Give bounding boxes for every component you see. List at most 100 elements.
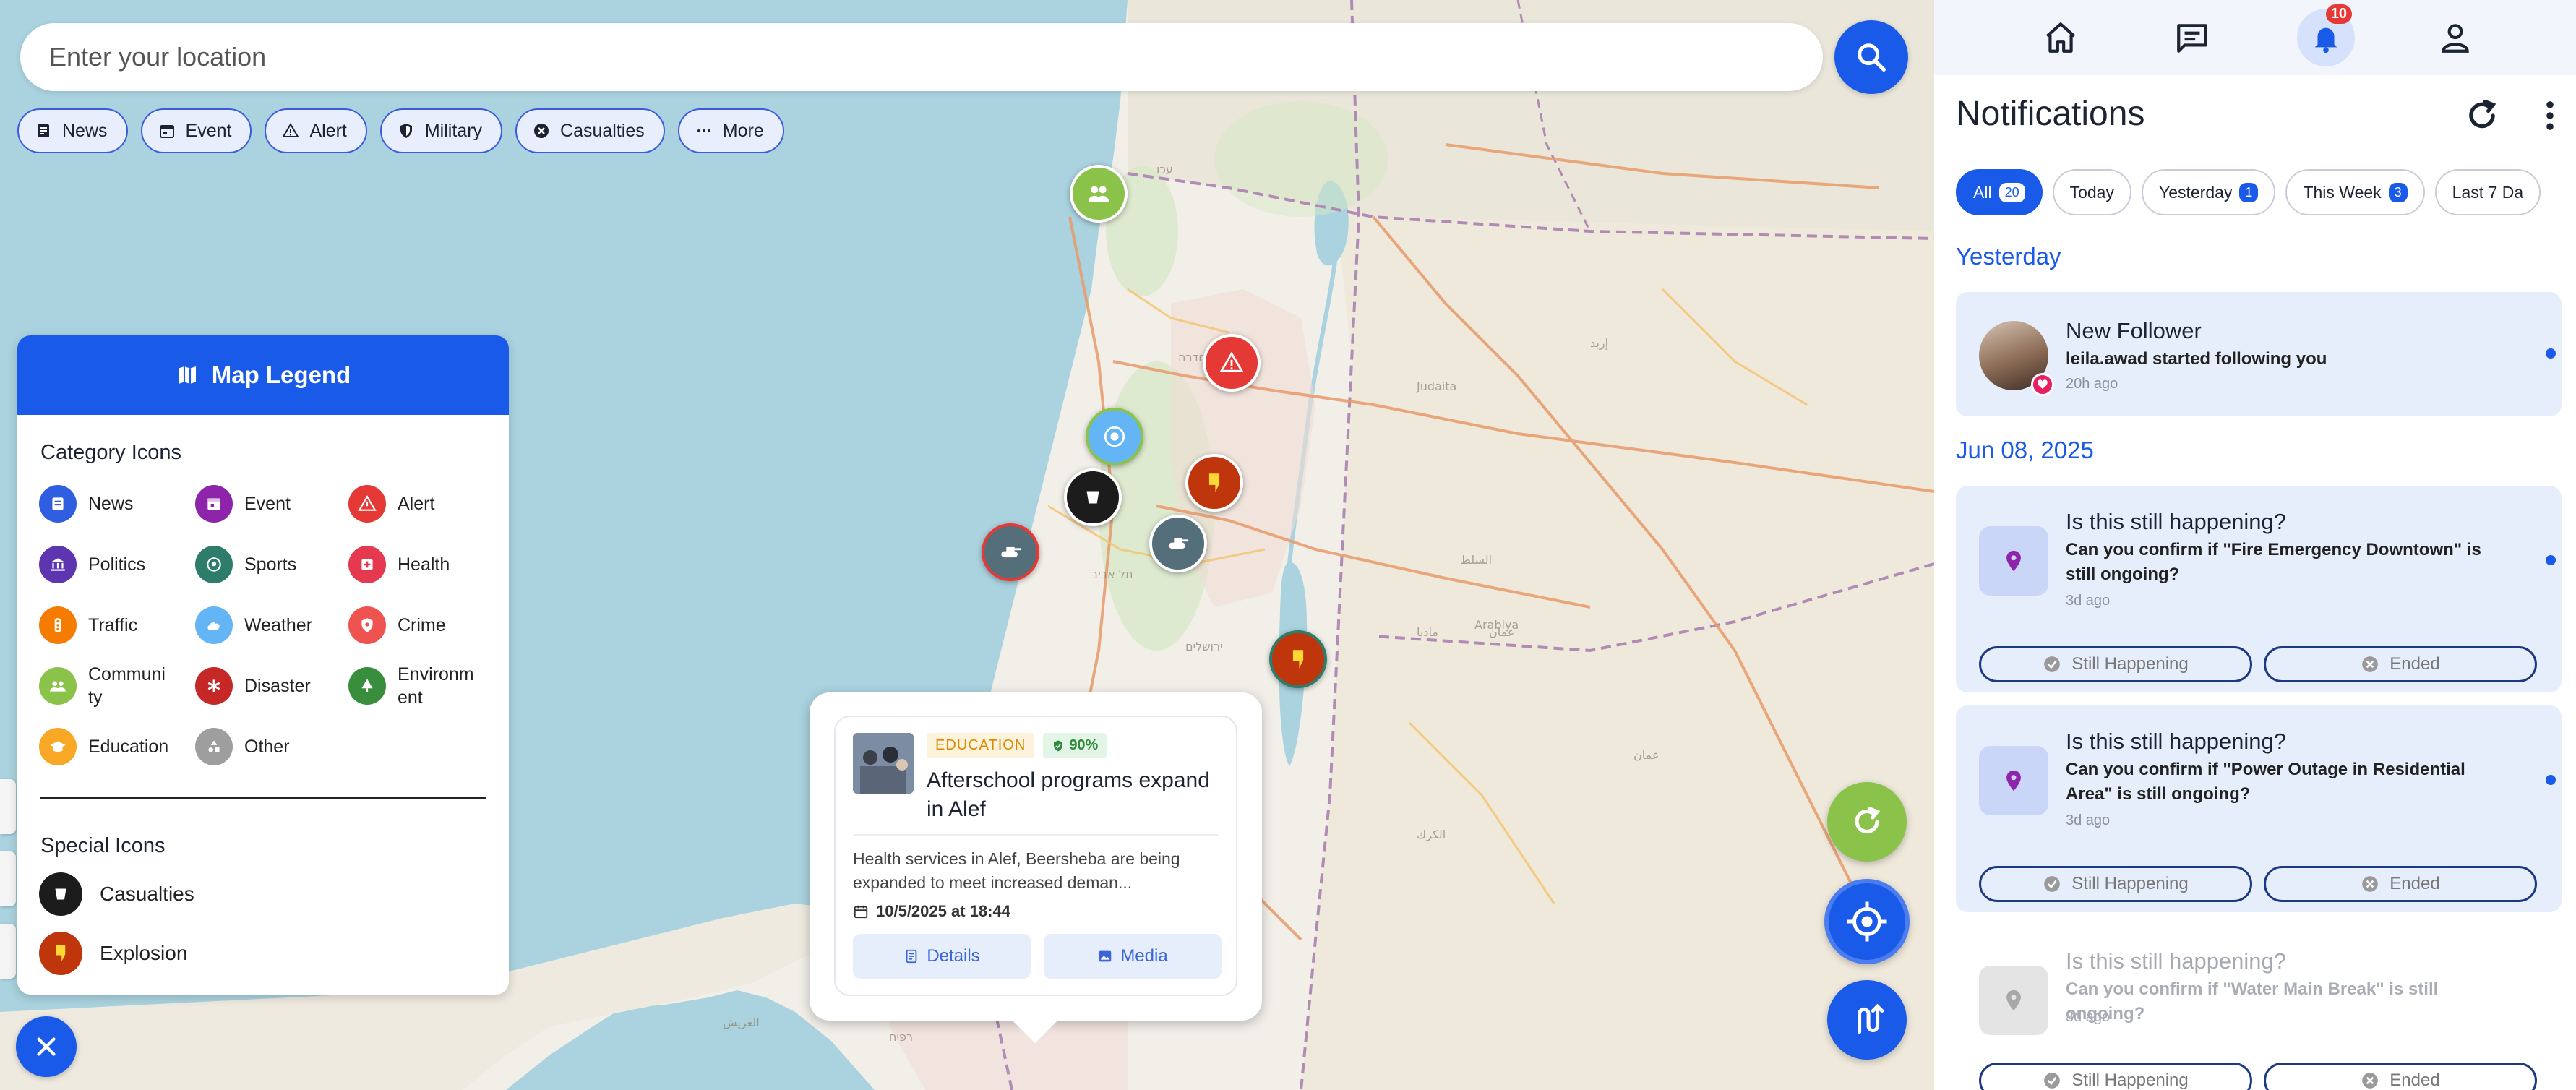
location-search-input[interactable] <box>49 42 1823 72</box>
notification-body: Can you confirm if "Power Outage in Resi… <box>2066 760 2465 804</box>
filter-chip-news[interactable]: News <box>17 108 128 153</box>
nav-messages-button[interactable] <box>2167 14 2217 61</box>
map-marker-casualties[interactable] <box>1064 468 1122 526</box>
legend-label: Crime <box>398 615 446 635</box>
close-legend-button[interactable] <box>16 1016 77 1077</box>
still-happening-button[interactable]: Still Happening <box>1979 646 2252 682</box>
svg-text:مادبا: مادبا <box>1417 625 1438 639</box>
newspaper-icon <box>38 124 49 137</box>
event-title: Afterschool programs expand in Alef <box>927 768 1210 821</box>
media-button[interactable]: Media <box>1044 934 1222 979</box>
event-popup: EDUCATION 90% Afterschool programs expan… <box>810 692 1262 1021</box>
unread-dot <box>2546 555 2556 565</box>
tab-all[interactable]: All 20 <box>1956 169 2043 215</box>
ended-label: Ended <box>2390 654 2440 674</box>
notifications-title: Notifications <box>1956 95 2145 133</box>
shapes-icon <box>195 728 233 765</box>
ended-button[interactable]: Ended <box>2264 866 2537 902</box>
location-pin-icon <box>1979 526 2048 596</box>
legend-item-community: Communi ty <box>39 664 195 708</box>
svg-text:תל אביב: תל אביב <box>1091 567 1133 581</box>
check-circle-icon <box>2044 876 2061 892</box>
tab-last-7-days[interactable]: Last 7 Da <box>2434 169 2541 215</box>
legend-label: Environm ent <box>398 664 474 708</box>
top-navigation: 10 <box>1934 0 2576 75</box>
location-pin-icon <box>1979 966 2048 1035</box>
notification-time: 3d ago <box>2066 812 2111 828</box>
side-tab[interactable] <box>0 779 16 834</box>
event-card[interactable]: EDUCATION 90% Afterschool programs expan… <box>834 716 1237 996</box>
legend-item-other: Other <box>195 726 348 767</box>
side-tab[interactable] <box>0 851 16 906</box>
group-heading: Yesterday <box>1956 243 2061 270</box>
notifications-panel: 10 Notifications All 20 Today Yesterday … <box>1934 0 2576 1090</box>
legend-label: Other <box>244 737 290 757</box>
ended-button[interactable]: Ended <box>2264 646 2537 682</box>
my-location-button[interactable] <box>1824 879 1910 964</box>
notification-time: 20h ago <box>2066 376 2118 392</box>
refresh-map-button[interactable] <box>1827 782 1907 862</box>
map-marker-military[interactable] <box>982 523 1039 581</box>
image-icon <box>1099 950 1112 962</box>
warning-icon <box>1219 351 1244 372</box>
category-filter-bar: News Event Alert Military Casualties Mor… <box>17 108 784 153</box>
filter-chip-event[interactable]: Event <box>140 108 252 153</box>
map-marker-community[interactable] <box>1070 165 1128 223</box>
details-button[interactable]: Details <box>853 934 1031 979</box>
map-marker-military[interactable] <box>1149 515 1207 572</box>
filter-chip-military[interactable]: Military <box>379 108 503 153</box>
legend-item-event: Event <box>195 484 348 524</box>
legend-item-politics: Politics <box>39 544 195 585</box>
nav-notifications-button[interactable]: 10 <box>2297 4 2355 66</box>
location-search-bar[interactable] <box>20 23 1823 91</box>
notification-title: New Follower <box>2066 318 2202 343</box>
filter-chip-casualties[interactable]: Casualties <box>515 108 665 153</box>
check-circle-icon <box>2044 1073 2061 1089</box>
map-view[interactable]: עכו חדרה Judaita مادبا Arabiya عمان عمان إربد… <box>0 0 1934 1090</box>
svg-text:Judaita: Judaita <box>1416 379 1456 393</box>
legend-item-news: News <box>39 484 195 524</box>
tab-yesterday[interactable]: Yesterday 1 <box>2141 169 2276 215</box>
filter-chip-label: Alert <box>309 120 347 141</box>
event-date: 10/5/2025 at 18:44 <box>853 902 1010 921</box>
nav-profile-button[interactable] <box>2430 14 2481 61</box>
map-marker-alert[interactable] <box>1203 334 1261 392</box>
calendar-icon <box>854 905 868 919</box>
tab-label: Today <box>2069 182 2114 202</box>
ended-button[interactable]: Ended <box>2264 1063 2537 1090</box>
legend-label: Alert <box>398 494 435 514</box>
notification-filter-tabs: All 20 Today Yesterday 1 This Week 3 Las… <box>1956 169 2541 215</box>
notification-card[interactable]: Is this still happening? Can you confirm… <box>1956 705 2562 912</box>
still-happening-button[interactable]: Still Happening <box>1979 866 2252 902</box>
map-marker-explosion[interactable] <box>1269 630 1327 688</box>
heart-icon <box>2031 373 2054 396</box>
svg-text:חדרה: חדרה <box>1178 351 1206 364</box>
legend-item-education: Education <box>39 726 195 767</box>
notification-card[interactable]: Is this still happening? Can you confirm… <box>1956 486 2562 692</box>
legend-item-sports: Sports <box>195 544 348 585</box>
target-icon <box>1104 426 1125 447</box>
filter-chip-alert[interactable]: Alert <box>265 108 367 153</box>
legend-divider <box>40 797 486 799</box>
medical-cross-icon <box>348 546 386 583</box>
legend-label: Education <box>88 737 169 757</box>
map-marker-cluster[interactable] <box>1086 408 1143 465</box>
route-button[interactable] <box>1827 980 1907 1060</box>
tab-today[interactable]: Today <box>2052 169 2131 215</box>
map-marker-explosion[interactable] <box>1185 454 1243 512</box>
svg-text:ירושלים: ירושלים <box>1185 640 1223 653</box>
more-options-button[interactable] <box>2540 97 2560 138</box>
document-icon <box>906 949 917 964</box>
tab-this-week[interactable]: This Week 3 <box>2285 169 2425 215</box>
refresh-notifications-button[interactable] <box>2463 97 2501 138</box>
notification-card[interactable]: New Follower leila.awad started followin… <box>1956 292 2562 416</box>
check-circle-icon <box>2044 656 2061 672</box>
still-happening-button[interactable]: Still Happening <box>1979 1063 2252 1090</box>
nav-home-button[interactable] <box>2035 14 2086 61</box>
search-button[interactable] <box>1834 20 1908 94</box>
side-tab[interactable] <box>0 924 16 979</box>
filter-chip-more[interactable]: More <box>677 108 784 153</box>
tank-icon <box>1169 538 1189 549</box>
notification-card[interactable]: Is this still happening? Can you confirm… <box>1956 925 2562 1090</box>
shield-icon <box>400 124 412 138</box>
